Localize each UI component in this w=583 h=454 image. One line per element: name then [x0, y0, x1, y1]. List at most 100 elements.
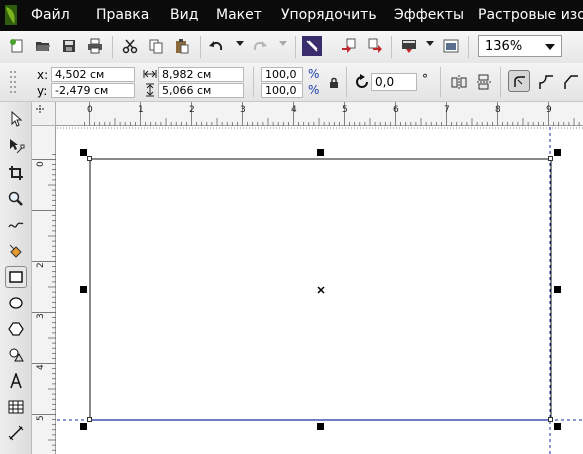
- mirror-vertical-icon[interactable]: [474, 72, 494, 92]
- new-document-icon[interactable]: [7, 36, 27, 56]
- zoom-level-select[interactable]: 136%: [478, 35, 562, 57]
- undo-icon[interactable]: [206, 36, 226, 56]
- copy-icon[interactable]: [146, 36, 166, 56]
- selection-handle-bottom-right[interactable]: [554, 423, 561, 430]
- separator: [440, 67, 441, 97]
- ruler-h-label: 6: [393, 105, 399, 115]
- toolbar-separator: [200, 36, 201, 58]
- separator: [500, 67, 501, 97]
- property-bar: x: 4,502 см y: -2,479 см 8,982 см 5,066 …: [0, 63, 583, 102]
- coreldraw-logo-icon: [5, 5, 17, 25]
- horizontal-ruler[interactable]: 0 1 2 3 4 5 6 7 8 9: [56, 102, 583, 126]
- menu-bar: Файл Правка Вид Макет Упорядочить Эффект…: [0, 0, 583, 31]
- zoom-dropdown-icon: [545, 44, 555, 50]
- undo-dropdown-icon[interactable]: [236, 41, 244, 46]
- basic-shapes-icon[interactable]: [5, 344, 27, 366]
- text-tool-icon[interactable]: [5, 370, 27, 392]
- ruler-h-label: 7: [444, 105, 450, 115]
- export-icon[interactable]: [365, 36, 385, 56]
- object-width-field[interactable]: 8,982 см: [158, 67, 244, 82]
- ruler-h-label: 3: [240, 105, 246, 115]
- selection-handle-top-right[interactable]: [554, 149, 561, 156]
- ruler-h-label: 4: [291, 105, 297, 115]
- corner-node[interactable]: [87, 417, 92, 422]
- smart-fill-icon[interactable]: [5, 240, 27, 262]
- y-position-field[interactable]: -2,479 см: [51, 83, 135, 98]
- redo-icon[interactable]: [250, 36, 270, 56]
- selection-handle-bottom[interactable]: [317, 423, 324, 430]
- table-tool-icon[interactable]: [5, 396, 27, 418]
- zoom-tool-icon[interactable]: [5, 188, 27, 210]
- menu-file[interactable]: Файл: [31, 7, 70, 23]
- drawing-canvas[interactable]: [57, 127, 583, 454]
- scale-x-percent-label: %: [308, 67, 320, 81]
- grip-handle-icon[interactable]: [8, 68, 18, 96]
- horizontal-ruler-ticks: [84, 102, 580, 126]
- shape-tool-icon[interactable]: [5, 135, 27, 157]
- toolbar-separator: [112, 36, 113, 58]
- scale-y-field[interactable]: 100,0: [261, 83, 303, 98]
- selection-handle-top[interactable]: [317, 149, 324, 156]
- round-corner-icon[interactable]: [508, 70, 530, 92]
- polygon-tool-icon[interactable]: [5, 318, 27, 340]
- menu-edit[interactable]: Правка: [96, 7, 149, 23]
- x-position-field[interactable]: 4,502 см: [51, 67, 135, 82]
- vertical-ruler[interactable]: 0 2 3 4 5: [32, 126, 56, 454]
- dimension-tool-icon[interactable]: [5, 422, 27, 444]
- open-folder-icon[interactable]: [33, 36, 53, 56]
- ruler-v-label: 5: [36, 415, 46, 421]
- toolbar-separator: [391, 36, 392, 58]
- toolbar-separator: [295, 36, 296, 58]
- object-height-field[interactable]: 5,066 см: [158, 83, 244, 98]
- ruler-h-label: 5: [342, 105, 348, 115]
- import-icon[interactable]: [339, 36, 359, 56]
- scale-x-field[interactable]: 100,0: [261, 67, 303, 82]
- crop-tool-icon[interactable]: [5, 162, 27, 184]
- corner-node[interactable]: [87, 156, 92, 161]
- toolbox: [0, 102, 32, 454]
- separator: [346, 67, 347, 97]
- pick-tool-icon[interactable]: [5, 108, 27, 130]
- welcome-screen-icon[interactable]: [441, 36, 461, 56]
- cut-icon[interactable]: [120, 36, 140, 56]
- canvas-overlay: [57, 127, 583, 454]
- mirror-horizontal-icon[interactable]: [449, 72, 469, 92]
- corner-node[interactable]: [548, 156, 553, 161]
- application-launcher-icon[interactable]: [399, 36, 419, 56]
- menu-effects[interactable]: Эффекты: [394, 7, 464, 23]
- lock-ratio-icon[interactable]: [329, 77, 339, 89]
- save-icon[interactable]: [59, 36, 79, 56]
- center-of-rotation-icon[interactable]: [317, 286, 325, 294]
- degree-label: °: [422, 72, 428, 86]
- menu-view[interactable]: Вид: [170, 7, 198, 23]
- corner-node[interactable]: [548, 417, 553, 422]
- selection-handle-left[interactable]: [80, 286, 87, 293]
- redo-dropdown-icon[interactable]: [279, 41, 287, 46]
- chamfered-corner-icon[interactable]: [561, 72, 581, 92]
- search-content-icon[interactable]: [302, 36, 322, 56]
- x-position-label: x:: [37, 68, 49, 82]
- y-position-label: y:: [37, 84, 48, 98]
- selection-handle-right[interactable]: [554, 286, 561, 293]
- print-icon[interactable]: [85, 36, 105, 56]
- selection-handle-top-left[interactable]: [80, 149, 87, 156]
- menu-bitmaps[interactable]: Растровые изоб: [478, 7, 583, 23]
- selection-handle-bottom-left[interactable]: [80, 423, 87, 430]
- freehand-tool-icon[interactable]: [5, 214, 27, 236]
- ruler-h-label: 9: [546, 105, 552, 115]
- separator: [253, 67, 254, 97]
- ruler-h-label: 1: [138, 105, 144, 115]
- launcher-dropdown-icon[interactable]: [426, 41, 434, 46]
- rotation-icon: [356, 74, 368, 88]
- paste-icon[interactable]: [172, 36, 192, 56]
- scalloped-corner-icon[interactable]: [536, 72, 556, 92]
- rectangle-tool-icon[interactable]: [5, 266, 27, 288]
- menu-layout[interactable]: Макет: [216, 7, 262, 23]
- ruler-v-label: 2: [36, 262, 46, 268]
- ruler-origin-corner[interactable]: [32, 102, 56, 126]
- ruler-v-label: 3: [36, 313, 46, 319]
- rotation-angle-field[interactable]: 0,0: [371, 73, 417, 91]
- ruler-origin-icon: [36, 105, 44, 113]
- ellipse-tool-icon[interactable]: [5, 292, 27, 314]
- menu-arrange[interactable]: Упорядочить: [281, 7, 377, 23]
